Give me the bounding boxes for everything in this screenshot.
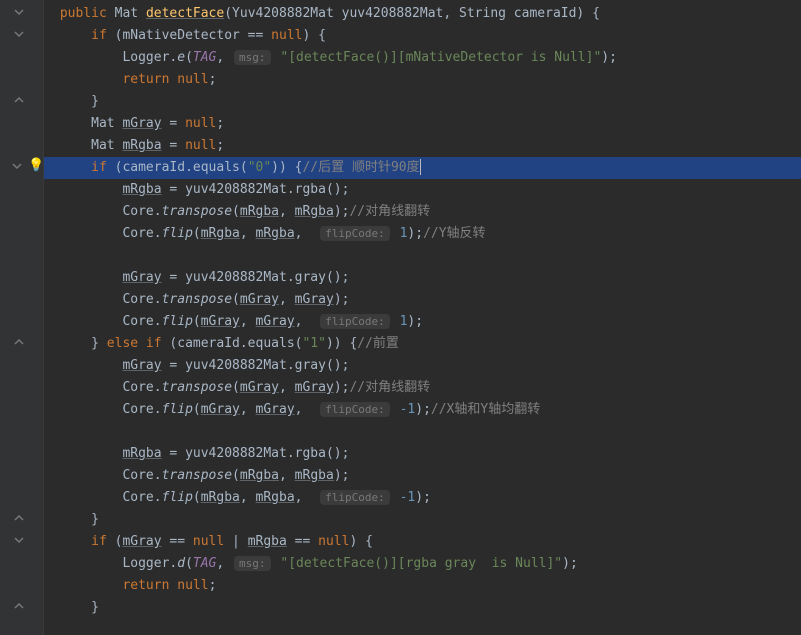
code-line[interactable]: return null; <box>44 575 801 597</box>
code-line-active[interactable]: if (cameraId.equals("0")) {//后置 顺时针90度 <box>44 157 801 179</box>
fold-close-icon[interactable] <box>14 512 24 522</box>
param-hint: msg: <box>234 50 271 65</box>
code-line[interactable]: } <box>44 509 801 531</box>
param-hint: flipCode: <box>320 226 390 241</box>
code-line[interactable]: return null; <box>44 69 801 91</box>
fold-open-icon[interactable] <box>14 28 24 38</box>
code-line[interactable]: Logger.d(TAG, msg: "[detectFace()][rgba … <box>44 553 801 575</box>
code-area[interactable]: public Mat detectFace(Yuv4208882Mat yuv4… <box>44 0 801 635</box>
param-hint: flipCode: <box>320 314 390 329</box>
text-caret <box>420 159 421 175</box>
code-editor[interactable]: 💡 public Mat detectFace(Yuv4208882Mat yu… <box>0 0 801 635</box>
intention-bulb-icon[interactable]: 💡 <box>28 158 44 173</box>
code-line[interactable]: public Mat detectFace(Yuv4208882Mat yuv4… <box>44 3 801 25</box>
code-line[interactable]: } <box>44 597 801 619</box>
fold-open-icon[interactable] <box>14 6 24 16</box>
fold-close-icon[interactable] <box>14 336 24 346</box>
code-line[interactable]: mGray = yuv4208882Mat.gray(); <box>44 355 801 377</box>
code-line[interactable]: Core.flip(mRgba, mRgba, flipCode: -1); <box>44 487 801 509</box>
gutter: 💡 <box>0 0 44 635</box>
fold-open-icon[interactable] <box>14 534 24 544</box>
code-line[interactable] <box>44 421 801 443</box>
fold-close-icon[interactable] <box>14 94 24 104</box>
code-line[interactable]: Logger.e(TAG, msg: "[detectFace()][mNati… <box>44 47 801 69</box>
code-line[interactable]: if (mNativeDetector == null) { <box>44 25 801 47</box>
code-line[interactable]: Core.flip(mRgba, mRgba, flipCode: 1);//Y… <box>44 223 801 245</box>
code-line[interactable]: mGray = yuv4208882Mat.gray(); <box>44 267 801 289</box>
code-line[interactable] <box>44 245 801 267</box>
code-line[interactable]: Core.transpose(mRgba, mRgba); <box>44 465 801 487</box>
code-line[interactable]: if (mGray == null | mRgba == null) { <box>44 531 801 553</box>
code-line[interactable]: Core.transpose(mRgba, mRgba);//对角线翻转 <box>44 201 801 223</box>
code-line[interactable]: Mat mGray = null; <box>44 113 801 135</box>
param-hint: flipCode: <box>320 402 390 417</box>
param-hint: flipCode: <box>320 490 390 505</box>
code-line[interactable]: Core.flip(mGray, mGray, flipCode: 1); <box>44 311 801 333</box>
code-line[interactable]: mRgba = yuv4208882Mat.rgba(); <box>44 443 801 465</box>
code-line[interactable]: } <box>44 91 801 113</box>
code-line[interactable]: Core.transpose(mGray, mGray);//对角线翻转 <box>44 377 801 399</box>
code-line[interactable]: Core.flip(mGray, mGray, flipCode: -1);//… <box>44 399 801 421</box>
code-line[interactable]: mRgba = yuv4208882Mat.rgba(); <box>44 179 801 201</box>
fold-open-icon[interactable] <box>12 160 22 170</box>
fold-close-icon[interactable] <box>14 600 24 610</box>
code-line[interactable]: } else if (cameraId.equals("1")) {//前置 <box>44 333 801 355</box>
param-hint: msg: <box>234 556 271 571</box>
code-line[interactable]: Core.transpose(mGray, mGray); <box>44 289 801 311</box>
code-line[interactable]: Mat mRgba = null; <box>44 135 801 157</box>
